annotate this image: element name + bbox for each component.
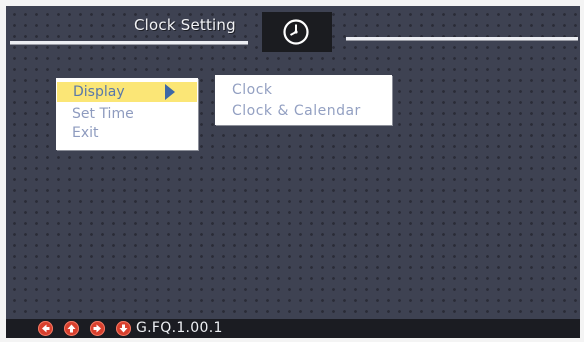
- arrow-up-icon: [67, 324, 76, 333]
- submenu-item-clock[interactable]: Clock: [232, 81, 273, 99]
- display-submenu: Clock Clock & Calendar: [215, 75, 392, 125]
- firmware-version: G.FQ.1.00.1: [136, 320, 223, 336]
- arrow-right-icon: [93, 324, 101, 333]
- menu-item-exit[interactable]: Exit: [56, 123, 198, 143]
- nav-left-button[interactable]: [38, 321, 53, 336]
- clock-setting-screen: Clock Setting Display Set Time Exit Cloc…: [6, 6, 580, 338]
- menu-item-label: Display: [73, 84, 125, 100]
- clock-icon: [283, 19, 309, 45]
- arrow-down-icon: [119, 324, 128, 333]
- submenu-item-clock-calendar[interactable]: Clock & Calendar: [232, 102, 361, 120]
- page-title: Clock Setting: [134, 16, 236, 34]
- clock-icon-box: [262, 12, 332, 52]
- nav-up-button[interactable]: [64, 321, 79, 336]
- menu-item-label: Set Time: [72, 106, 134, 122]
- arrow-left-icon: [42, 324, 50, 333]
- menu-item-label: Exit: [72, 125, 99, 141]
- submenu-arrow-icon: [165, 84, 175, 100]
- bottom-bar: G.FQ.1.00.1: [6, 319, 580, 338]
- menu-item-display[interactable]: Display: [57, 82, 197, 102]
- nav-down-button[interactable]: [116, 321, 131, 336]
- header-divider-left: [10, 41, 248, 44]
- nav-right-button[interactable]: [90, 321, 105, 336]
- main-menu: Display Set Time Exit: [56, 78, 198, 150]
- header-divider-right: [346, 37, 578, 40]
- menu-item-set-time[interactable]: Set Time: [56, 104, 198, 124]
